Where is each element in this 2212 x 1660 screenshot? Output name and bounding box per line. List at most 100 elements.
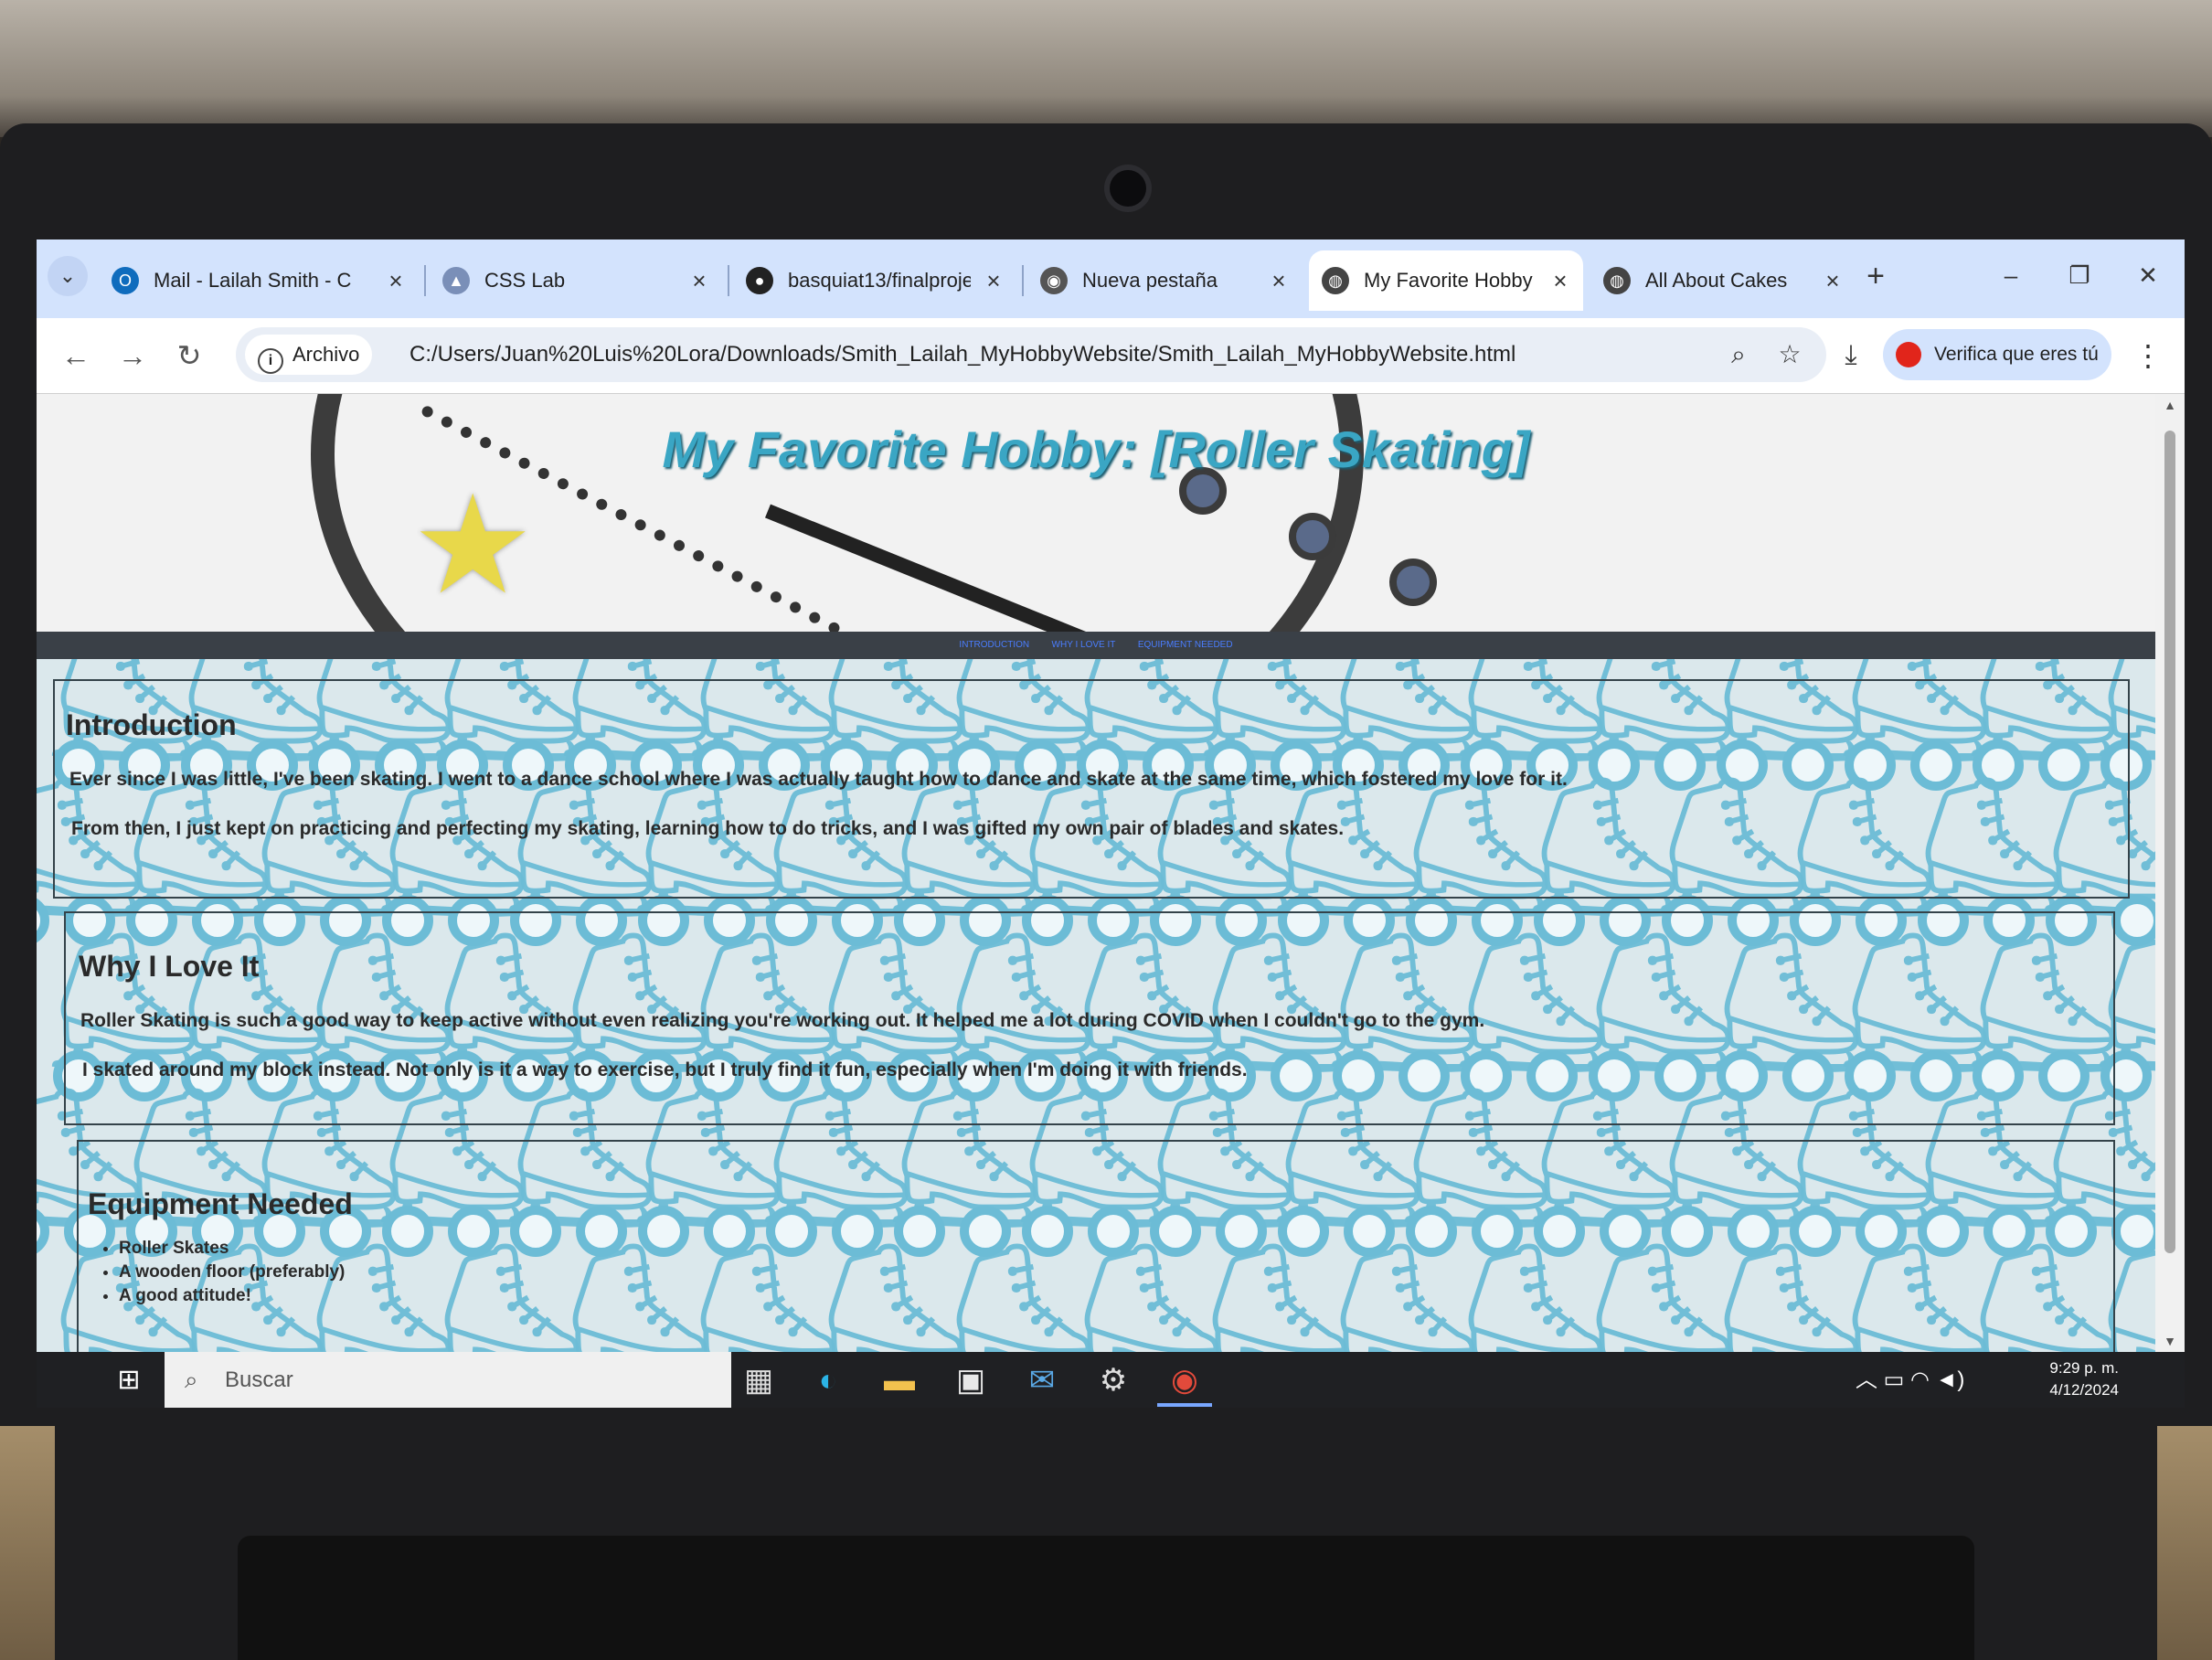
skate-pattern-background: ⛸ ⛸ ⛸ ⛸ ⛸ ⛸ ⛸ ⛸ ⛸ ⛸ ⛸ ⛸ ⛸ ⛸ ⛸ ⛸ ⛸ ⛸ ⛸ ⛸ ⛸ ⛸ ⛸ ⛸ ⛸ ⛸ ⛸ ⛸ ⛸ ⛸ ⛸ ⛸ ⛸ ⛸ ⛸ ⛸ ⛸ ⛸ ⛸ ⛸… [37,659,2155,1352]
volume-icon[interactable]: ◄) [1936,1367,1965,1392]
download-icon[interactable]: ⤓ [1828,333,1874,378]
clock-date: 4/12/2024 [2049,1381,2119,1399]
tab-new-tab[interactable]: ◉ Nueva pestaña × [1027,250,1302,311]
close-tab-icon[interactable]: × [1819,250,1846,311]
section-heading: Introduction [66,708,237,741]
globe-icon: ◍ [1603,267,1631,294]
nav-link-why-i-love-it[interactable]: WHY I LOVE IT [1052,632,1116,659]
clock-time: 9:29 p. m. [2049,1359,2119,1377]
tab-search-chevron-icon[interactable]: ⌄ [48,256,88,296]
wifi-icon[interactable]: ◠ [1910,1367,1930,1392]
outlook-icon: O [112,267,139,294]
laptop-screen: ⌄ O Mail - Lailah Smith - C × ▲ CSS Lab … [37,239,2185,1408]
site-info-label: Archivo [292,343,360,366]
section-paragraph: From then, I just kept on practicing and… [71,818,1345,839]
tab-divider [1022,265,1024,296]
task-view-icon[interactable]: ▦ [731,1357,786,1403]
page-scrollbar[interactable]: ▲ ▼ [2155,394,2185,1352]
tab-all-about-cakes[interactable]: ◍ All About Cakes × [1590,250,1856,311]
alert-icon [1896,342,1921,367]
browser-tab-strip: ⌄ O Mail - Lailah Smith - C × ▲ CSS Lab … [37,239,2185,318]
settings-gear-icon[interactable]: ⚙ [1086,1357,1141,1403]
back-arrow-icon[interactable]: ← [53,333,99,378]
chrome-taskbar-icon[interactable]: ◉ [1157,1357,1212,1407]
close-tab-icon[interactable]: × [382,250,409,311]
close-tab-icon[interactable]: × [1265,250,1292,311]
hero-banner: ★ My Favorite Hobby: [Roller Skating] [37,394,2155,632]
tab-divider [424,265,426,296]
tab-divider [728,265,729,296]
site-info-chip[interactable]: i Archivo [245,335,373,375]
menu-kebab-icon[interactable]: ⋮ [2130,333,2166,378]
equipment-list: Roller Skates A wooden floor (preferably… [88,1235,345,1310]
page-title: My Favorite Hobby: [Roller Skating] [662,420,1530,478]
system-tray: ︿ ▭ ◠ ◄) [1856,1352,1964,1408]
section-equipment-needed: Equipment Needed Roller Skates A wooden … [77,1140,2115,1352]
eyelet-icon [1289,513,1336,560]
store-icon[interactable]: ▣ [943,1357,998,1403]
windows-start-icon[interactable]: ⊞ [93,1352,165,1408]
nav-link-equipment-needed[interactable]: EQUIPMENT NEEDED [1138,632,1233,659]
course-icon: ▲ [442,267,470,294]
close-tab-icon[interactable]: × [686,250,713,311]
tab-label: basquiat13/finalproje [788,269,971,292]
info-icon: i [258,348,283,374]
list-item: A wooden floor (preferably) [119,1262,345,1282]
edge-icon[interactable]: ◐ [801,1357,856,1403]
section-heading: Equipment Needed [88,1187,353,1220]
taskbar-clock[interactable]: 9:29 p. m. 4/12/2024 [2009,1357,2119,1401]
eyelet-icon [1389,559,1437,606]
scrollbar-thumb[interactable] [2164,431,2175,1253]
scroll-up-arrow-icon[interactable]: ▲ [2155,398,2185,412]
url-text[interactable]: C:/Users/Juan%20Luis%20Lora/Downloads/Sm… [409,327,1515,382]
section-paragraph: Roller Skating is such a good way to kee… [80,1010,1485,1031]
desk-right [2157,1426,2212,1660]
list-item: A good attitude! [119,1286,345,1306]
tab-label: All About Cakes [1645,269,1788,292]
page-viewport: ★ My Favorite Hobby: [Roller Skating] IN… [37,394,2185,1352]
laptop-hinge [238,1536,1974,1660]
tab-label: Nueva pestaña [1082,269,1218,292]
section-why-i-love-it: Why I Love It Roller Skating is such a g… [64,911,2115,1125]
tab-github[interactable]: ● basquiat13/finalproje × [733,250,1016,311]
page-nav: INTRODUCTION WHY I LOVE IT EQUIPMENT NEE… [37,632,2155,659]
nav-link-introduction[interactable]: INTRODUCTION [959,632,1029,659]
chrome-icon: ◉ [1040,267,1068,294]
mail-icon[interactable]: ✉ [1015,1357,1069,1403]
tab-css-lab[interactable]: ▲ CSS Lab × [430,250,722,311]
file-explorer-icon[interactable]: ▬ [872,1357,927,1403]
tab-my-favorite-hobby[interactable]: ◍ My Favorite Hobby × [1309,250,1583,311]
section-introduction: Introduction Ever since I was little, I'… [53,679,2130,899]
desk-left [0,1426,55,1660]
globe-icon: ◍ [1322,267,1349,294]
tab-mail[interactable]: O Mail - Lailah Smith - C × [99,250,419,311]
tab-label: Mail - Lailah Smith - C [154,269,352,292]
address-bar[interactable]: i Archivo C:/Users/Juan%20Luis%20Lora/Dow… [236,327,1826,382]
search-icon: ⌕ [185,1366,198,1393]
close-tab-icon[interactable]: × [1547,250,1574,311]
taskbar-search-box[interactable]: ⌕ Buscar [165,1352,731,1408]
list-item: Roller Skates [119,1239,345,1259]
close-tab-icon[interactable]: × [980,250,1007,311]
github-icon: ● [746,267,773,294]
tab-label: My Favorite Hobby [1364,269,1533,292]
section-paragraph: Ever since I was little, I've been skati… [69,769,1568,790]
forward-arrow-icon[interactable]: → [110,333,155,378]
bookmark-star-icon[interactable]: ☆ [1768,333,1812,377]
restore-icon[interactable]: ❐ [2052,252,2107,298]
tab-label: CSS Lab [484,269,566,292]
battery-icon[interactable]: ▭ [1884,1367,1905,1392]
webcam [1110,170,1146,207]
verify-profile-chip[interactable]: Verifica que eres tú [1883,329,2111,380]
minimize-icon[interactable]: – [1983,252,2038,298]
reload-icon[interactable]: ↻ [166,333,212,378]
close-window-icon[interactable]: ✕ [2121,252,2175,298]
taskbar-search-placeholder: Buscar [225,1367,293,1392]
tray-chevron-icon[interactable]: ︿ [1856,1367,1877,1392]
new-tab-plus-icon[interactable]: + [1856,256,1896,296]
windows-taskbar: ⊞ ⌕ Buscar ▦ ◐ ▬ ▣ ✉ ⚙ ◉ ︿ ▭ ◠ ◄) 9:29 p… [37,1352,2185,1408]
zoom-icon[interactable]: ⌕ [1717,333,1760,377]
section-heading: Why I Love It [79,950,260,983]
scroll-down-arrow-icon[interactable]: ▼ [2155,1334,2185,1348]
photo-background-wall [0,0,2212,137]
